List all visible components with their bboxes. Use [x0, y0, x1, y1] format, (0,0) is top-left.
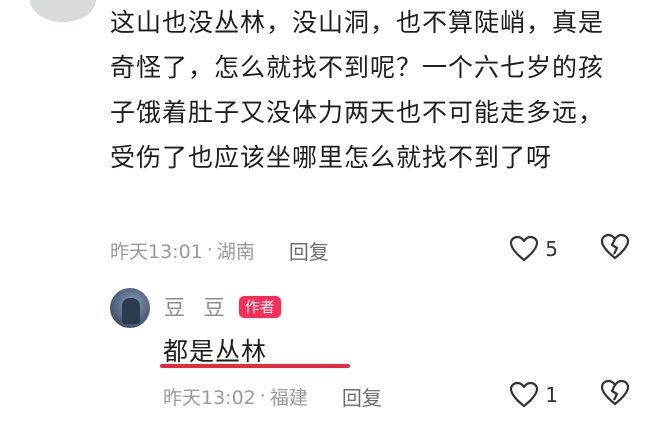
heart-icon [510, 381, 539, 408]
comment-location: 湖南 [216, 240, 255, 263]
reply-location: 福建 [269, 386, 308, 409]
reply-author-row: 豆 豆 作者 [164, 292, 281, 322]
commenter-avatar[interactable] [30, 0, 96, 22]
broken-heart-icon [600, 233, 630, 260]
comment-meta: 昨天13:01 · 湖南 回复 [110, 235, 329, 265]
heart-icon [510, 235, 539, 262]
dislike-button[interactable] [600, 379, 630, 411]
comment-time: 昨天13:01 [110, 240, 203, 263]
comment-text: 这山也没丛林，没山洞，也不算陡峭，真是奇怪了，怎么就找不到呢？一个六七岁的孩子饿… [110, 8, 605, 172]
reply-meta: 昨天13:02 · 福建 回复 [163, 381, 382, 411]
dislike-button[interactable] [600, 233, 630, 265]
like-button[interactable]: 1 [509, 381, 558, 409]
highlight-underline [160, 364, 350, 368]
avatar-figure [122, 298, 140, 324]
broken-heart-icon [600, 379, 630, 406]
reply-author-name[interactable]: 豆 豆 [164, 292, 231, 322]
like-count: 1 [545, 383, 558, 407]
reply-to-reply-button[interactable]: 回复 [342, 382, 382, 411]
like-button[interactable]: 5 [509, 235, 558, 263]
comment-actions: 5 [509, 232, 630, 266]
meta-separator: · [259, 385, 266, 407]
meta-separator: · [206, 239, 213, 261]
reply-button[interactable]: 回复 [289, 236, 329, 265]
like-count: 5 [545, 237, 558, 261]
reply-actions: 1 [509, 378, 630, 412]
author-badge: 作者 [238, 296, 281, 318]
reply-time: 昨天13:02 [163, 386, 256, 409]
reply-author-avatar[interactable] [110, 288, 150, 328]
